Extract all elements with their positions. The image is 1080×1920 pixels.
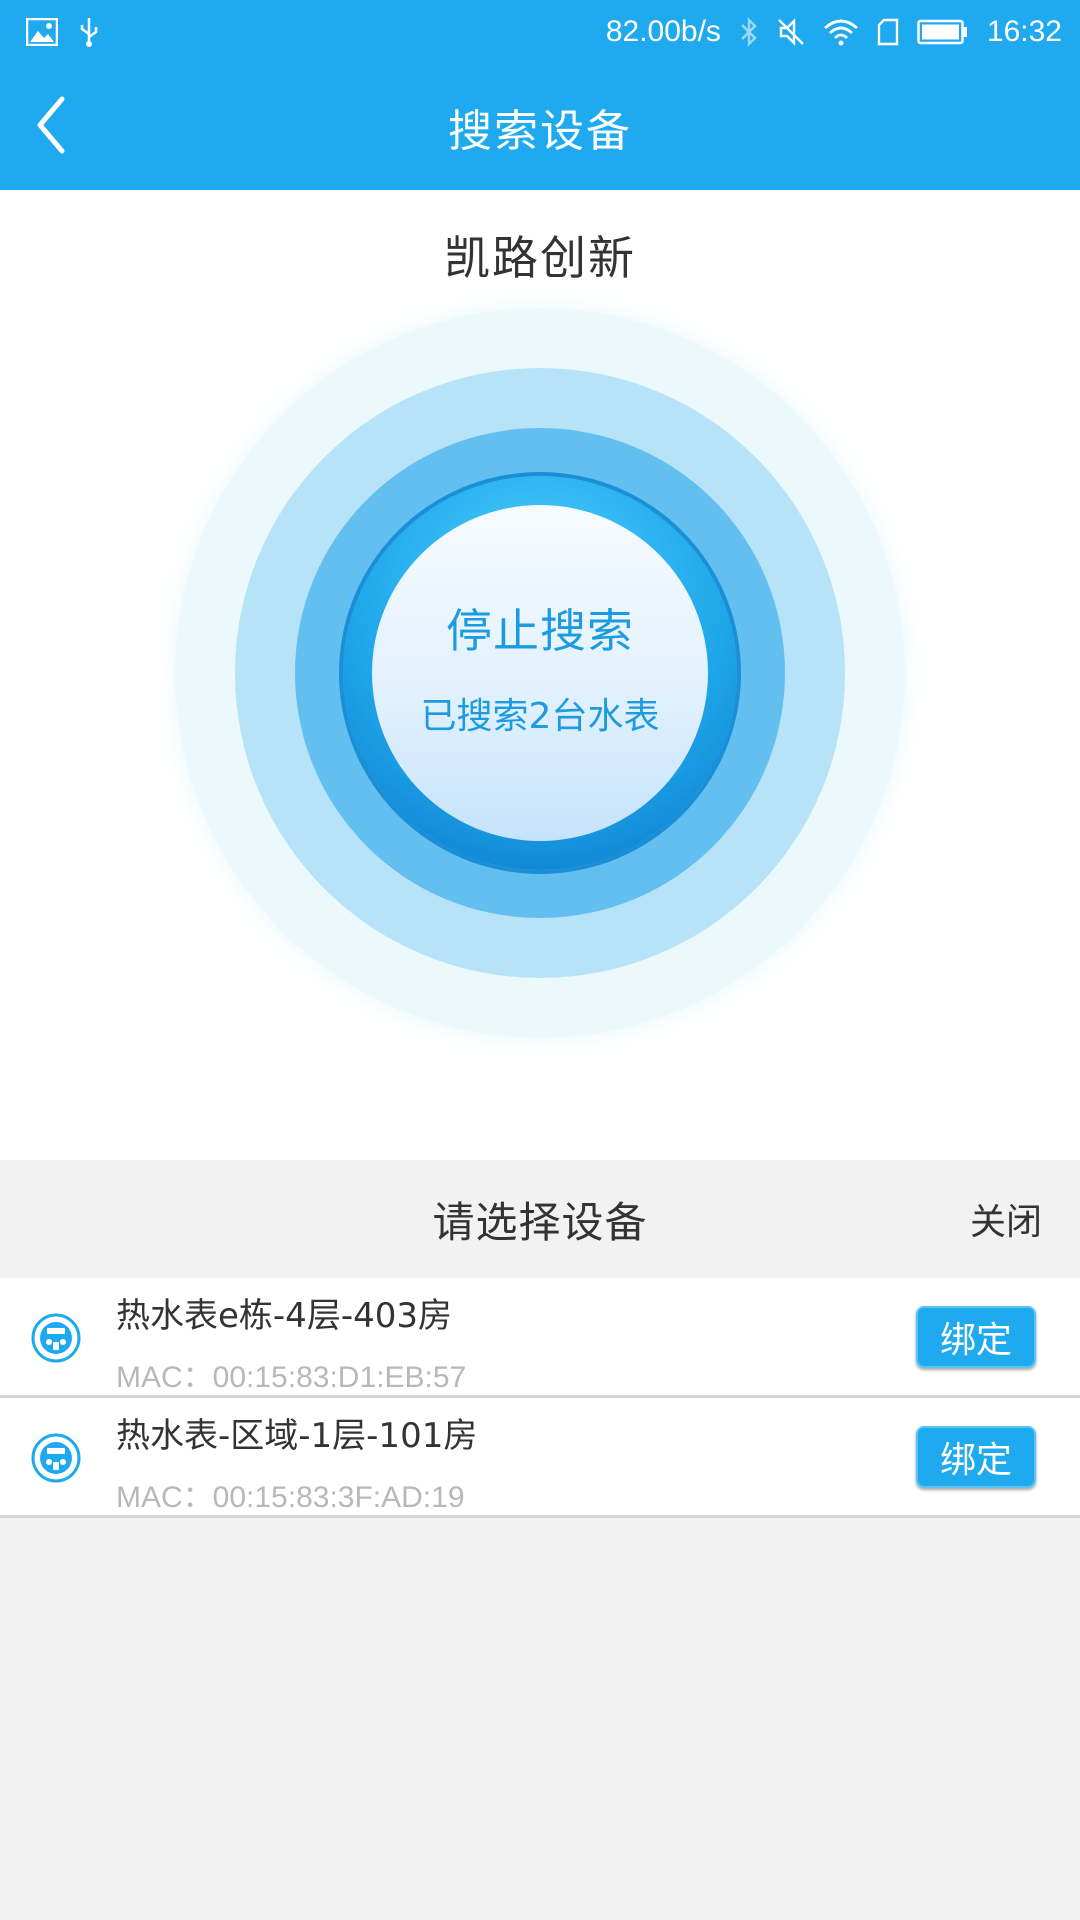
brand-name: 凯路创新: [444, 231, 636, 285]
search-area: 凯路创新 停止搜索 已搜索2台水表: [0, 190, 1080, 1160]
wifi-icon: [823, 18, 859, 46]
usb-icon: [78, 16, 100, 48]
water-meter-icon: [30, 1312, 82, 1364]
device-name: 热水表-区域-1层-101房: [116, 1416, 478, 1456]
bluetooth-icon: [739, 16, 759, 48]
back-button[interactable]: [24, 64, 124, 190]
stop-search-label: 停止搜索: [446, 604, 634, 658]
network-speed: 82.00b/s: [605, 15, 721, 48]
clock: 16:32: [986, 15, 1062, 48]
close-button[interactable]: 关闭: [970, 1160, 1042, 1278]
list-item[interactable]: 热水表-区域-1层-101房 MAC：00:15:83:3F:AD:19 绑定: [0, 1398, 1080, 1518]
device-name: 热水表e栋-4层-403房: [116, 1296, 452, 1336]
sim-icon: [877, 18, 899, 46]
image-icon: [26, 18, 58, 46]
bind-button[interactable]: 绑定: [916, 1426, 1036, 1488]
found-count-text: 已搜索2台水表: [420, 696, 660, 737]
battery-icon: [917, 19, 969, 45]
chevron-left-icon: [34, 95, 68, 159]
list-item[interactable]: 热水表e栋-4层-403房 MAC：00:15:83:D1:EB:57 绑定: [0, 1278, 1080, 1398]
bind-button[interactable]: 绑定: [916, 1306, 1036, 1368]
device-panel-header: 请选择设备 关闭: [0, 1160, 1080, 1278]
page-title: 搜索设备: [448, 106, 632, 157]
stop-search-button[interactable]: 停止搜索 已搜索2台水表: [372, 505, 708, 841]
panel-title: 请选择设备: [432, 1197, 648, 1247]
mute-icon: [777, 17, 805, 47]
water-meter-icon: [30, 1432, 82, 1484]
title-bar: 搜索设备: [0, 64, 1080, 190]
device-list: 热水表e栋-4层-403房 MAC：00:15:83:D1:EB:57 绑定 热…: [0, 1278, 1080, 1518]
status-bar: 82.00b/s 16:32: [0, 0, 1080, 64]
device-mac: MAC：00:15:83:D1:EB:57: [116, 1361, 467, 1394]
device-mac: MAC：00:15:83:3F:AD:19: [116, 1481, 465, 1514]
